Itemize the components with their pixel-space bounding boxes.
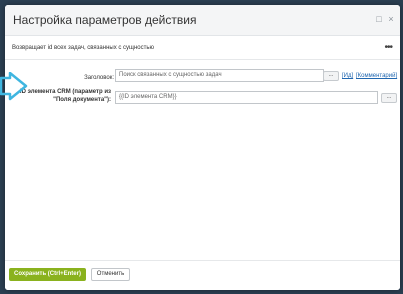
crm-id-label-line2: "Поля документа"): — [53, 97, 111, 103]
crm-id-label-line1: ID элемента CRM (параметр из — [19, 89, 111, 95]
minimize-icon[interactable]: □ — [374, 14, 384, 24]
action-settings-dialog: Настройка параметров действия □ × Возвра… — [5, 5, 400, 290]
id-link[interactable]: [Ид] — [342, 73, 353, 79]
title-label: Заголовок: — [84, 75, 114, 81]
highlight-arrow-icon — [0, 72, 28, 101]
close-icon[interactable]: × — [386, 14, 396, 24]
title-input[interactable]: Поиск связанных с сущностью задач — [115, 69, 324, 82]
dialog-titlebar: Настройка параметров действия □ × — [5, 5, 400, 36]
title-insert-button[interactable]: ... — [323, 71, 339, 81]
crm-id-input[interactable]: {{ID элемента CRM}} — [115, 91, 378, 104]
dialog-footer: Сохранить (Ctrl+Enter) Отменить — [5, 260, 400, 290]
comment-link[interactable]: [Комментарий] — [356, 73, 397, 79]
description-row: Возвращает id всех задач, связанных с су… — [5, 39, 400, 60]
crm-id-insert-button[interactable]: ... — [381, 93, 397, 103]
more-options-icon[interactable]: ••• — [384, 42, 392, 53]
cancel-button[interactable]: Отменить — [91, 268, 130, 281]
dialog-title: Настройка параметров действия — [13, 13, 197, 27]
save-button[interactable]: Сохранить (Ctrl+Enter) — [9, 268, 86, 281]
action-description: Возвращает id всех задач, связанных с су… — [12, 45, 154, 51]
